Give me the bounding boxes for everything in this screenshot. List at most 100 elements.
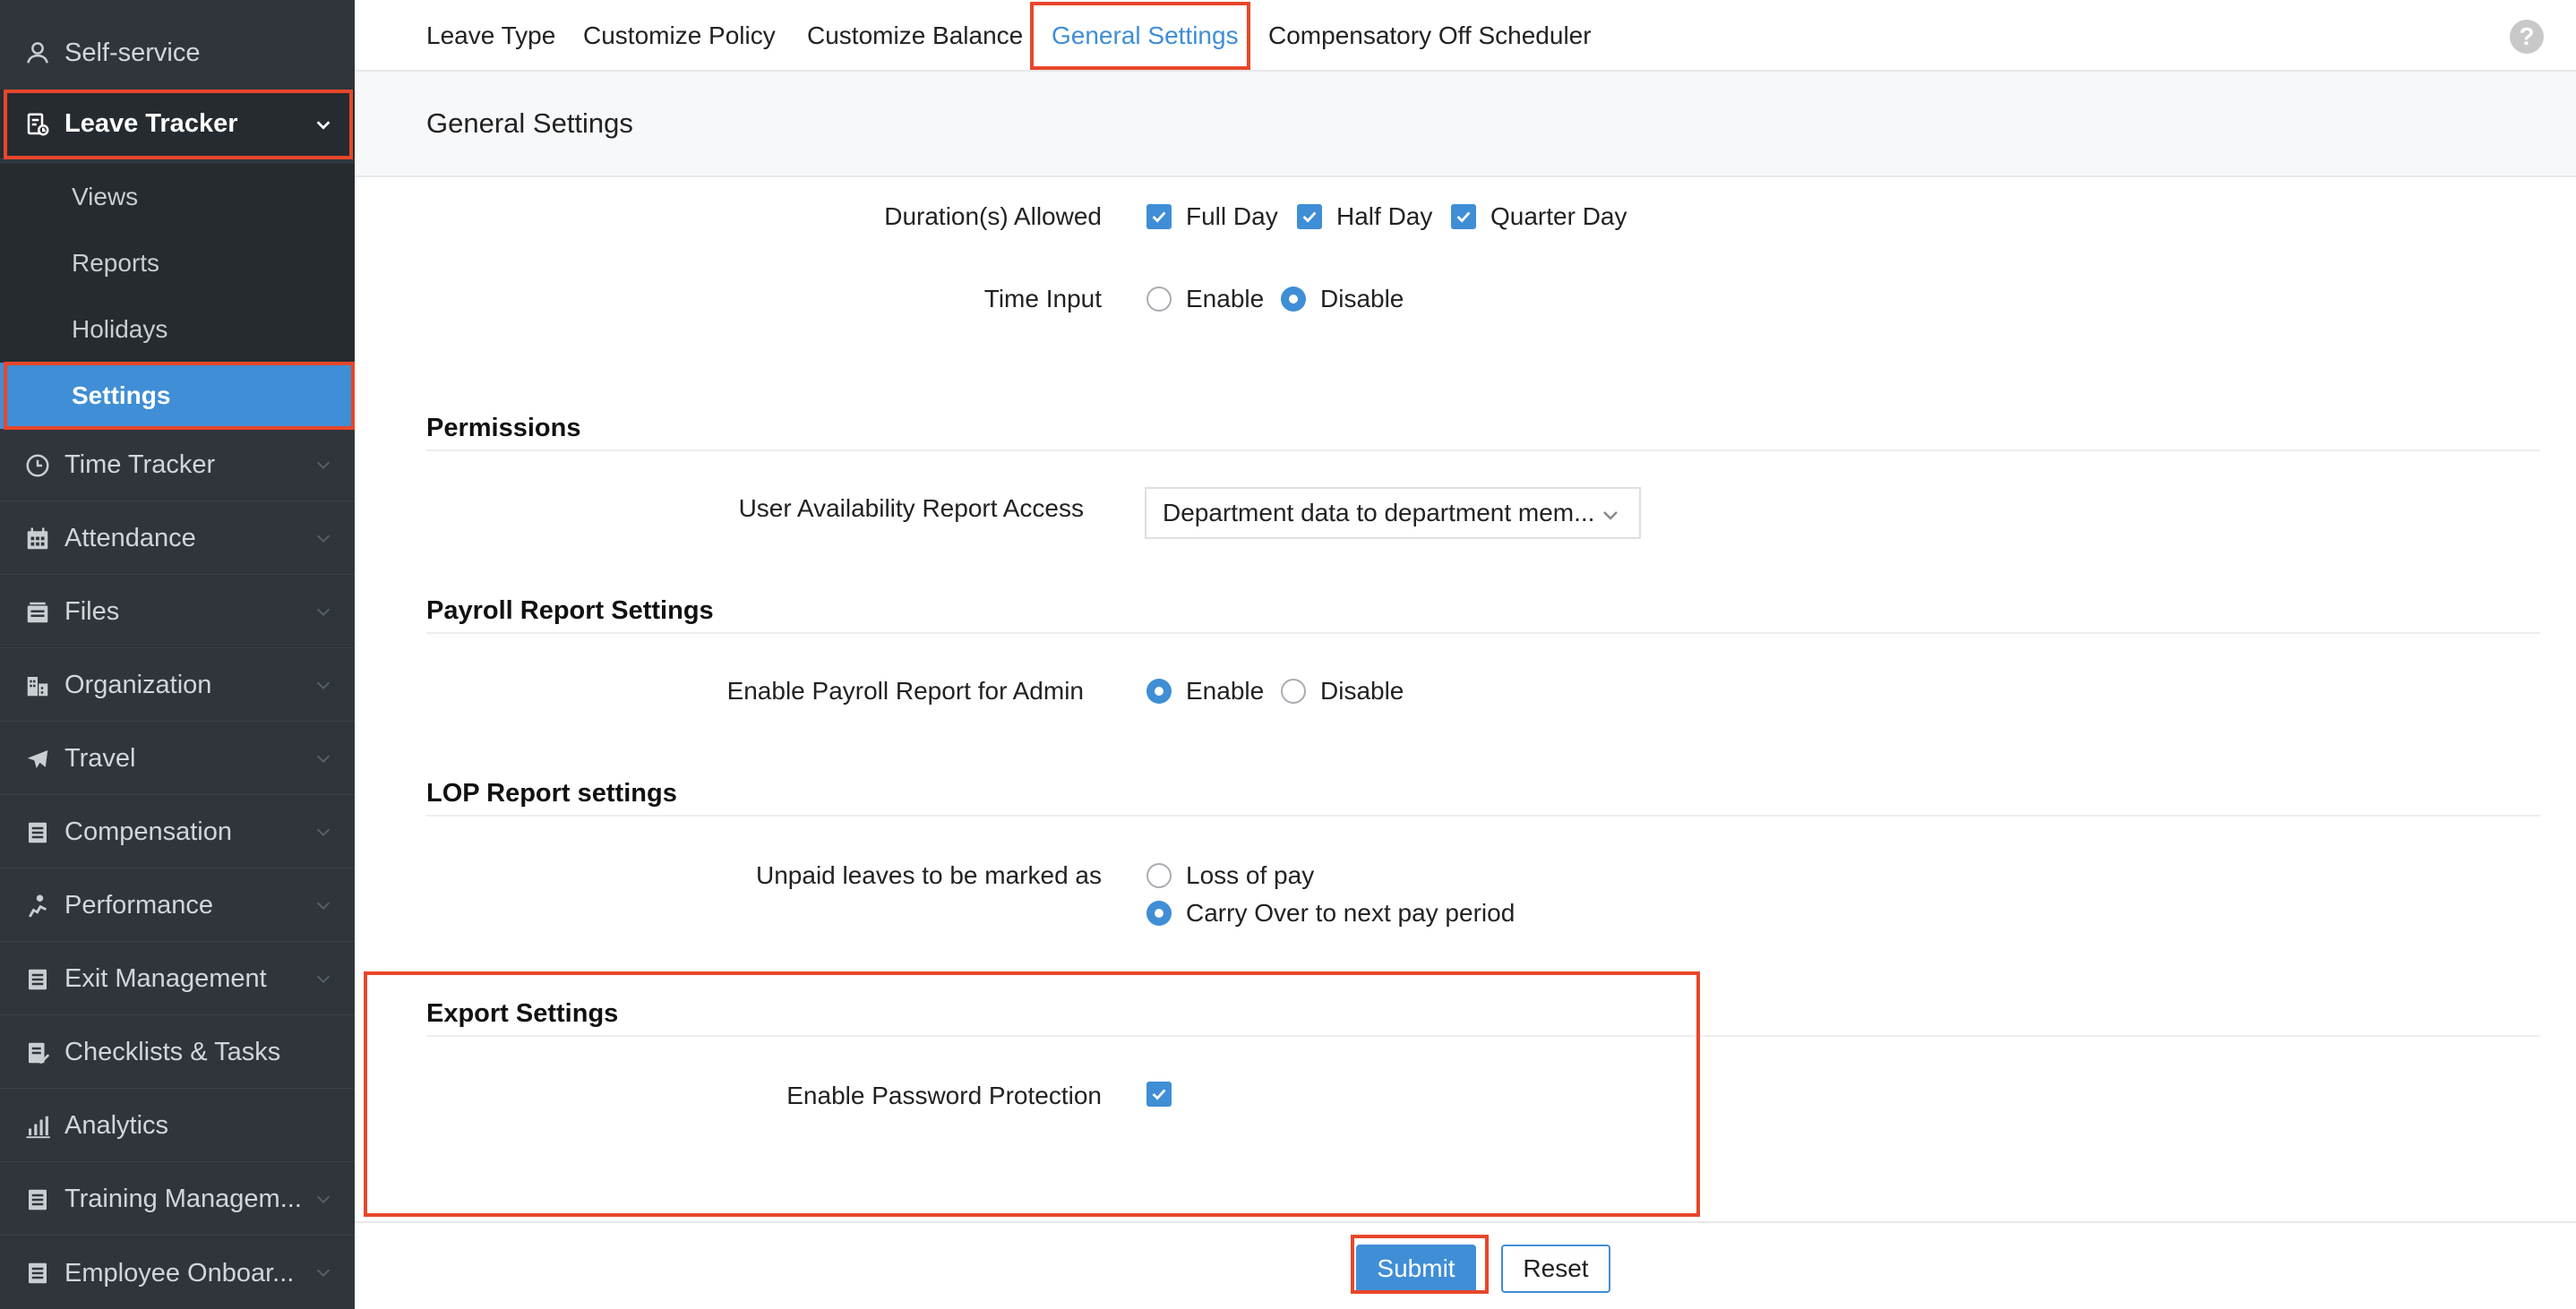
sidebar-item-label: Performance <box>64 891 214 920</box>
sidebar-item-label: Leave Tracker <box>64 109 238 138</box>
plane-icon <box>21 743 54 775</box>
sidebar-item-performance[interactable]: Performance <box>0 870 355 942</box>
radio-time-input-disable[interactable]: Disable <box>1281 285 1404 313</box>
sidebar-item-label: Time Tracker <box>64 450 216 479</box>
page-header: General Settings <box>355 72 2576 177</box>
radio-icon[interactable] <box>1146 287 1172 312</box>
sidebar-item-label: Employee Onboar... <box>64 1258 295 1288</box>
divider <box>426 449 2540 451</box>
performance-icon <box>21 890 54 922</box>
checkbox-label: Half Day <box>1336 202 1433 230</box>
radio-label: Carry Over to next pay period <box>1186 899 1516 927</box>
checkbox-label: Quarter Day <box>1490 202 1627 230</box>
checkbox-checked-icon[interactable] <box>1297 204 1322 229</box>
radio-label: Enable <box>1186 285 1265 312</box>
radio-icon[interactable] <box>1281 679 1306 704</box>
sidebar-subitem-reports[interactable]: Reports <box>0 230 355 296</box>
chevron-down-icon[interactable] <box>313 115 333 134</box>
sidebar-subitem-views[interactable]: Views <box>0 164 355 230</box>
unpaid-leaves-label: Unpaid leaves to be marked as <box>756 861 1102 889</box>
select-value: Department data to department mem... <box>1163 499 1595 526</box>
reset-button[interactable]: Reset <box>1501 1245 1610 1293</box>
sidebar-item-label: Files <box>64 597 120 626</box>
chevron-down-icon[interactable] <box>313 969 333 988</box>
sidebar-item-files[interactable]: Files <box>0 577 355 648</box>
password-protection-label: Enable Password Protection <box>786 1082 1102 1109</box>
radio-payroll-disable[interactable]: Disable <box>1281 677 1404 706</box>
sidebar-subitem-label: Holidays <box>72 315 168 343</box>
sidebar-item-organization[interactable]: Organization <box>0 650 355 722</box>
section-permissions: Permissions <box>426 414 581 442</box>
payroll-admin-label: Enable Payroll Report for Admin <box>726 677 1084 705</box>
chevron-down-icon[interactable] <box>313 749 333 768</box>
calendar-icon <box>21 523 54 555</box>
duration-label: Duration(s) Allowed <box>884 202 1102 230</box>
sidebar-item-analytics[interactable]: Analytics <box>0 1091 355 1162</box>
sidebar-subitem-label: Reports <box>72 249 160 277</box>
sidebar-item-compensation[interactable]: Compensation <box>0 797 355 868</box>
sidebar-item-attendance[interactable]: Attendance <box>0 503 355 575</box>
sidebar-item-checklists-tasks[interactable]: Checklists & Tasks <box>0 1017 355 1089</box>
checkbox-quarter-day[interactable]: Quarter Day <box>1451 202 1627 231</box>
radio-payroll-enable[interactable]: Enable <box>1146 677 1264 706</box>
sidebar-subitem-settings[interactable]: Settings <box>0 363 355 429</box>
checkbox-checked-icon[interactable] <box>1146 1082 1172 1107</box>
checkbox-full-day[interactable]: Full Day <box>1146 202 1278 231</box>
tab-compensatory-off-scheduler[interactable]: Compensatory Off Scheduler <box>1268 0 1592 72</box>
checkbox-password-protection[interactable] <box>1146 1082 1186 1107</box>
sidebar-subitem-label: Settings <box>72 381 171 409</box>
tab-customize-balance[interactable]: Customize Balance <box>807 0 1023 72</box>
tab-leave-type[interactable]: Leave Type <box>426 0 555 72</box>
radio-loss-of-pay[interactable]: Loss of pay <box>1146 861 1314 890</box>
sidebar-subitem-holidays[interactable]: Holidays <box>0 296 355 363</box>
sidebar-item-training-management[interactable]: Training Managem... <box>0 1164 355 1236</box>
chevron-down-icon[interactable] <box>313 1262 333 1282</box>
chevron-down-icon[interactable] <box>313 1189 333 1209</box>
chevron-down-icon[interactable] <box>313 455 333 475</box>
page-title: General Settings <box>426 107 633 139</box>
sidebar-item-time-tracker[interactable]: Time Tracker <box>0 430 355 501</box>
document-icon <box>21 963 54 996</box>
sidebar-item-self-service[interactable]: Self-service <box>0 18 355 88</box>
radio-label: Disable <box>1320 677 1404 705</box>
sidebar-item-travel[interactable]: Travel <box>0 723 355 795</box>
radio-label: Loss of pay <box>1186 861 1315 889</box>
sidebar-item-label: Analytics <box>64 1111 169 1140</box>
checklist-icon <box>21 1037 54 1069</box>
chevron-down-icon[interactable] <box>313 895 333 915</box>
sidebar-item-employee-onboarding[interactable]: Employee Onboar... <box>0 1237 355 1309</box>
files-icon <box>21 596 54 629</box>
chevron-down-icon[interactable] <box>313 675 333 695</box>
radio-icon[interactable] <box>1146 863 1172 888</box>
sidebar-subitem-label: Views <box>72 183 139 210</box>
radio-label: Enable <box>1186 677 1265 705</box>
sidebar-item-label: Exit Management <box>64 964 267 993</box>
sidebar-item-label: Travel <box>64 744 136 773</box>
sidebar-item-leave-tracker[interactable]: Leave Tracker <box>0 90 355 159</box>
analytics-icon <box>21 1110 54 1142</box>
sidebar-item-exit-management[interactable]: Exit Management <box>0 944 355 1015</box>
tab-customize-policy[interactable]: Customize Policy <box>583 0 776 72</box>
checkbox-half-day[interactable]: Half Day <box>1297 202 1432 231</box>
footer-actions: Submit Reset <box>355 1221 2576 1309</box>
checkbox-checked-icon[interactable] <box>1451 204 1476 229</box>
radio-selected-icon[interactable] <box>1146 679 1172 704</box>
chevron-down-icon[interactable] <box>313 528 333 548</box>
divider <box>426 815 2540 817</box>
tab-general-settings[interactable]: General Settings <box>1052 0 1239 72</box>
help-icon[interactable]: ? <box>2510 20 2544 54</box>
user-availability-select[interactable]: Department data to department mem... <box>1145 487 1641 539</box>
radio-time-input-enable[interactable]: Enable <box>1146 285 1264 313</box>
radio-selected-icon[interactable] <box>1146 901 1172 926</box>
radio-label: Disable <box>1320 285 1404 312</box>
user-availability-label: User Availability Report Access <box>738 494 1084 522</box>
sidebar-item-label: Attendance <box>64 524 196 552</box>
checkbox-checked-icon[interactable] <box>1146 204 1172 229</box>
chevron-down-icon[interactable] <box>313 822 333 842</box>
document-icon <box>21 1184 54 1216</box>
radio-carry-over[interactable]: Carry Over to next pay period <box>1146 899 1515 928</box>
checkbox-label: Full Day <box>1186 202 1278 230</box>
submit-button[interactable]: Submit <box>1356 1245 1476 1293</box>
chevron-down-icon[interactable] <box>313 602 333 621</box>
radio-selected-icon[interactable] <box>1281 287 1306 312</box>
